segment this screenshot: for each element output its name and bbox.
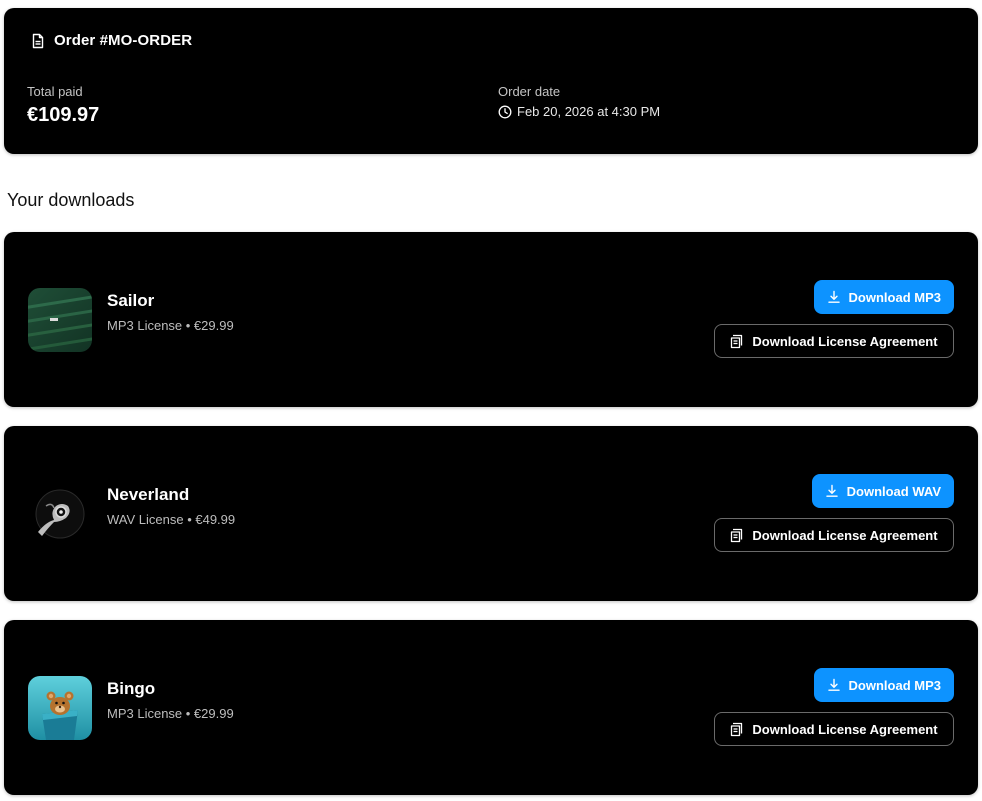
- item-artwork: [28, 288, 92, 352]
- order-title-text: Order #MO-ORDER: [54, 32, 193, 49]
- downloads-heading: Your downloads: [7, 190, 135, 210]
- license-icon: [731, 722, 743, 736]
- download-icon: [825, 484, 838, 497]
- download-wav-button[interactable]: Download WAV: [811, 474, 954, 508]
- item-artwork: [28, 482, 92, 546]
- download-icon: [827, 290, 840, 303]
- download-item: Neverland WAV License • €49.99 Download …: [4, 426, 978, 601]
- item-artwork: [28, 676, 92, 740]
- item-license-price: MP3 License • €29.99: [107, 706, 234, 721]
- item-license-price: WAV License • €49.99: [107, 512, 236, 527]
- download-button-label: Download MP3: [848, 677, 941, 693]
- document-icon: [32, 33, 44, 48]
- item-title: Bingo: [107, 679, 156, 698]
- download-item: Bingo MP3 License • €29.99 Download MP3 …: [4, 620, 978, 795]
- order-page: Order #MO-ORDER Total paid €109.97 Order…: [0, 0, 982, 801]
- order-date-text: Feb 20, 2026 at 4:30 PM: [517, 104, 661, 119]
- item-license-price: MP3 License • €29.99: [107, 318, 234, 333]
- order-summary-card: Order #MO-ORDER Total paid €109.97 Order…: [4, 8, 978, 154]
- download-license-button[interactable]: Download License Agreement: [714, 518, 954, 552]
- order-date-value: Feb 20, 2026 at 4:30 PM: [498, 104, 660, 119]
- order-title: Order #MO-ORDER: [30, 32, 192, 49]
- download-button-label: Download WAV: [846, 483, 941, 499]
- download-mp3-button[interactable]: Download MP3: [813, 668, 954, 702]
- license-button-label: Download License Agreement: [752, 721, 938, 737]
- download-license-button[interactable]: Download License Agreement: [714, 324, 954, 358]
- download-button-label: Download MP3: [848, 289, 941, 305]
- license-icon: [731, 334, 743, 348]
- clock-icon: [498, 105, 512, 118]
- download-item: Sailor MP3 License • €29.99 Download MP3…: [4, 232, 978, 407]
- order-date-label: Order date: [498, 84, 561, 99]
- download-icon: [827, 678, 840, 691]
- download-mp3-button[interactable]: Download MP3: [813, 280, 954, 314]
- total-paid-value: €109.97: [27, 104, 100, 126]
- item-title: Neverland: [107, 485, 190, 504]
- total-paid-label: Total paid: [27, 84, 83, 99]
- download-license-button[interactable]: Download License Agreement: [714, 712, 954, 746]
- item-title: Sailor: [107, 291, 155, 310]
- license-icon: [731, 528, 743, 542]
- license-button-label: Download License Agreement: [752, 333, 938, 349]
- license-button-label: Download License Agreement: [752, 527, 938, 543]
